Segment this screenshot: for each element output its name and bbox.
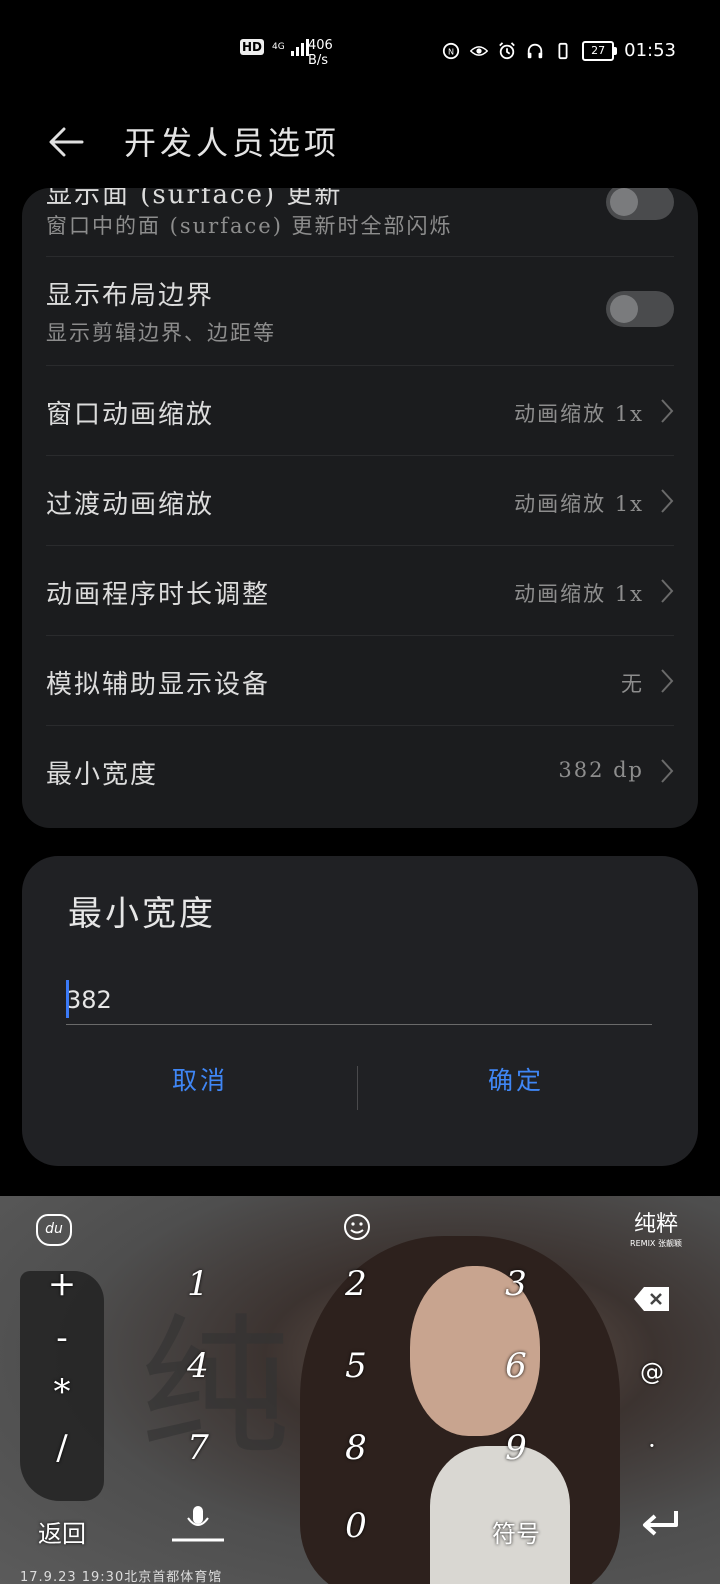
app-bar: 开发人员选项 xyxy=(0,104,720,184)
key-7[interactable]: 7 xyxy=(168,1428,228,1468)
page-title: 开发人员选项 xyxy=(124,124,341,162)
key-2[interactable]: 2 xyxy=(326,1264,386,1304)
setting-label: 最小宽度 xyxy=(46,760,159,790)
symbols-key[interactable]: 符号 xyxy=(476,1514,556,1549)
microphone-icon[interactable] xyxy=(168,1504,228,1544)
setting-row-secondary-display[interactable]: 模拟辅助显示设备 无 xyxy=(46,636,674,726)
net-speed-unit: B/s xyxy=(308,53,329,68)
chevron-right-icon xyxy=(661,399,674,423)
signal-bars-icon xyxy=(290,38,309,56)
min-width-input[interactable] xyxy=(66,976,652,1025)
alarm-icon xyxy=(499,41,515,59)
dialog-title: 最小宽度 xyxy=(68,894,216,934)
battery-icon: 27 xyxy=(582,40,618,61)
setting-value: 动画缩放 1x xyxy=(514,582,644,606)
setting-label: 过渡动画缩放 xyxy=(46,490,215,520)
key-1[interactable]: 1 xyxy=(168,1264,228,1304)
headphones-icon xyxy=(527,43,543,58)
baidu-logo-icon[interactable]: du xyxy=(36,1214,72,1246)
setting-subtitle: 窗口中的面 (surface) 更新时全部闪烁 xyxy=(46,214,453,238)
svg-text:N: N xyxy=(448,46,454,56)
chevron-right-icon xyxy=(661,489,674,513)
key-dot[interactable]: · xyxy=(612,1432,692,1460)
back-arrow-icon[interactable] xyxy=(44,118,92,166)
setting-value: 动画缩放 1x xyxy=(514,492,644,516)
setting-row-window-animation[interactable]: 窗口动画缩放 动画缩放 1x xyxy=(46,366,674,456)
cancel-button[interactable]: 取消 xyxy=(62,1056,338,1106)
key-0[interactable]: 0 xyxy=(326,1506,386,1546)
setting-value: 无 xyxy=(621,672,644,696)
confirm-button[interactable]: 确定 xyxy=(378,1056,654,1106)
chevron-right-icon xyxy=(661,759,674,783)
key-5[interactable]: 5 xyxy=(326,1346,386,1386)
chevron-right-icon xyxy=(661,579,674,603)
setting-row-animator-duration[interactable]: 动画程序时长调整 动画缩放 1x xyxy=(46,546,674,636)
key-3[interactable]: 3 xyxy=(486,1264,546,1304)
numeric-keyboard: 纯 du 纯粹 REMIX 张靓颖 + - * / 1 2 3 4 5 6 7 … xyxy=(0,1196,720,1584)
setting-label: 窗口动画缩放 xyxy=(46,400,215,430)
key-plus[interactable]: + xyxy=(32,1264,92,1304)
key-minus[interactable]: - xyxy=(32,1318,92,1358)
setting-row-transition-animation[interactable]: 过渡动画缩放 动画缩放 1x xyxy=(46,456,674,546)
setting-row-layout-bounds[interactable]: 显示布局边界 显示剪辑边界、边距等 xyxy=(46,257,674,366)
hd-badge: HD xyxy=(240,39,265,55)
vibrate-icon xyxy=(558,42,568,59)
network-type: 4G xyxy=(272,42,285,52)
setting-row-surface-updates[interactable]: 显示面 (surface) 更新 窗口中的面 (surface) 更新时全部闪烁 xyxy=(46,188,674,257)
setting-label: 模拟辅助显示设备 xyxy=(46,670,271,700)
net-speed-value: 406 xyxy=(308,38,333,53)
setting-value: 动画缩放 1x xyxy=(514,402,644,426)
settings-card: 显示面 (surface) 更新 窗口中的面 (surface) 更新时全部闪烁… xyxy=(22,188,698,828)
setting-label: 显示布局边界 xyxy=(46,281,215,311)
setting-label: 显示面 (surface) 更新 xyxy=(46,188,343,210)
min-width-dialog: 最小宽度 取消 确定 xyxy=(22,856,698,1166)
setting-subtitle: 显示剪辑边界、边距等 xyxy=(46,321,276,345)
nfc-icon: N xyxy=(443,42,460,59)
status-icons: N 27 01:53 xyxy=(442,40,676,61)
net-speed: 406 B/s xyxy=(308,38,333,68)
skin-caption: 17.9.23 19:30北京首都体育馆 xyxy=(20,1570,223,1584)
key-6[interactable]: 6 xyxy=(486,1346,546,1386)
key-4[interactable]: 4 xyxy=(168,1346,228,1386)
text-cursor xyxy=(66,980,69,1018)
clock: 01:53 xyxy=(624,40,676,61)
setting-value: 382 dp xyxy=(558,758,644,782)
signal-group: HD 4G xyxy=(240,38,309,56)
backspace-icon[interactable] xyxy=(632,1284,672,1314)
chevron-right-icon xyxy=(661,669,674,693)
key-divide[interactable]: / xyxy=(32,1428,92,1468)
brand-title: 纯粹 xyxy=(633,1212,678,1237)
emoji-icon[interactable] xyxy=(342,1212,372,1242)
key-9[interactable]: 9 xyxy=(486,1428,546,1468)
setting-label: 动画程序时长调整 xyxy=(46,580,271,610)
brand-subtitle: REMIX 张靓颖 xyxy=(630,1239,682,1248)
layout-bounds-toggle[interactable] xyxy=(606,291,674,327)
eye-icon xyxy=(470,45,489,56)
key-multiply[interactable]: * xyxy=(32,1372,92,1412)
surface-updates-toggle[interactable] xyxy=(606,188,674,220)
status-bar: HD 4G 406 B/s N 27 01:53 xyxy=(0,0,720,104)
key-8[interactable]: 8 xyxy=(326,1428,386,1468)
setting-row-min-width[interactable]: 最小宽度 382 dp xyxy=(46,726,674,815)
key-at[interactable]: @ xyxy=(612,1358,692,1386)
button-divider xyxy=(357,1066,358,1110)
enter-icon[interactable] xyxy=(638,1508,682,1538)
skin-brand-logo: 纯粹 REMIX 张靓颖 xyxy=(628,1206,684,1249)
back-key[interactable]: 返回 xyxy=(22,1514,102,1549)
